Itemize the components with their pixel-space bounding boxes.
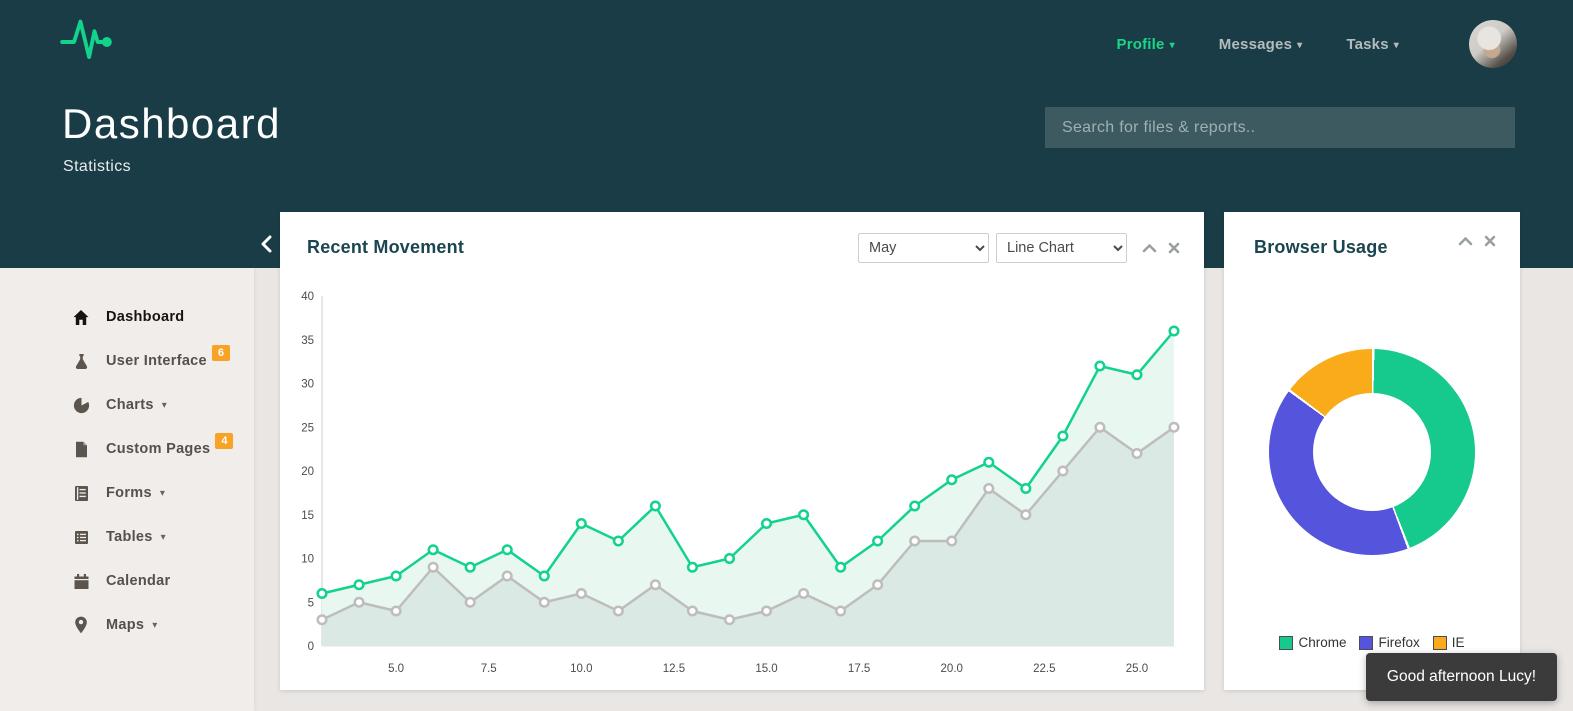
sidebar: Dashboard User Interface 6 Charts ▾ Cust… bbox=[0, 268, 254, 711]
chevron-down-icon: ▾ bbox=[1297, 40, 1302, 51]
svg-text:17.5: 17.5 bbox=[848, 663, 870, 675]
line-chart: 0 5 10 15 20 25 30 35 40 5.0 7.5 10.0 12.5 15.0 17.5 20… bbox=[280, 284, 1204, 686]
svg-text:0: 0 bbox=[308, 641, 314, 653]
legend-item-chrome: Chrome bbox=[1279, 635, 1346, 650]
nav-messages-label: Messages bbox=[1219, 36, 1292, 53]
nav-messages[interactable]: Messages ▾ bbox=[1219, 36, 1303, 53]
sidebar-item-label: Tables bbox=[106, 529, 153, 545]
search-input[interactable] bbox=[1045, 107, 1515, 148]
donut-chart bbox=[1269, 349, 1475, 555]
svg-text:5: 5 bbox=[308, 597, 314, 609]
svg-text:22.5: 22.5 bbox=[1033, 663, 1055, 675]
chevron-down-icon: ▾ bbox=[1170, 40, 1175, 51]
legend-item-firefox: Firefox bbox=[1359, 635, 1419, 650]
close-panel-button[interactable] bbox=[1166, 240, 1182, 256]
nav-profile[interactable]: Profile ▾ bbox=[1116, 36, 1174, 53]
sidebar-item-dashboard[interactable]: Dashboard bbox=[0, 295, 254, 339]
legend-label: IE bbox=[1452, 635, 1465, 650]
pulse-logo-icon bbox=[60, 14, 116, 70]
user-avatar[interactable] bbox=[1469, 20, 1517, 68]
chevron-down-icon: ▾ bbox=[161, 532, 166, 543]
chevron-up-icon bbox=[1458, 236, 1473, 246]
top-navigation: Profile ▾ Messages ▾ Tasks ▾ bbox=[1116, 20, 1517, 68]
svg-text:15: 15 bbox=[301, 510, 314, 522]
notification-badge: 4 bbox=[215, 433, 233, 449]
legend-swatch bbox=[1279, 636, 1293, 650]
legend-label: Firefox bbox=[1378, 635, 1419, 650]
sidebar-list: Dashboard User Interface 6 Charts ▾ Cust… bbox=[0, 268, 254, 647]
legend-item-ie: IE bbox=[1433, 635, 1465, 650]
sidebar-item-label: Maps bbox=[106, 617, 144, 633]
chevron-down-icon: ▾ bbox=[1394, 40, 1399, 51]
nav-tasks-label: Tasks bbox=[1346, 36, 1388, 53]
panel-title: Browser Usage bbox=[1254, 237, 1388, 258]
map-pin-icon bbox=[71, 616, 91, 634]
chevron-down-icon: ▾ bbox=[160, 488, 165, 499]
chevron-left-icon bbox=[259, 235, 273, 253]
svg-text:7.5: 7.5 bbox=[481, 663, 497, 675]
calendar-icon bbox=[71, 573, 91, 590]
svg-text:20: 20 bbox=[301, 466, 314, 478]
home-icon bbox=[71, 309, 91, 326]
svg-text:25.0: 25.0 bbox=[1126, 663, 1148, 675]
sidebar-item-tables[interactable]: Tables ▾ bbox=[0, 515, 254, 559]
sidebar-item-custom-pages[interactable]: Custom Pages 4 bbox=[0, 427, 254, 471]
svg-text:10.0: 10.0 bbox=[570, 663, 592, 675]
sidebar-item-label: Custom Pages bbox=[106, 441, 210, 457]
sidebar-item-label: Dashboard bbox=[106, 309, 184, 325]
recent-movement-panel: Recent Movement May Line Chart 0 5 10 15 20 2… bbox=[280, 212, 1204, 690]
panel-controls bbox=[1456, 233, 1498, 249]
sidebar-item-label: Forms bbox=[106, 485, 152, 501]
forms-icon bbox=[71, 485, 91, 502]
legend-swatch bbox=[1359, 636, 1373, 650]
sidebar-item-label: Charts bbox=[106, 397, 154, 413]
collapse-panel-button[interactable] bbox=[1140, 241, 1159, 255]
chart-type-select[interactable]: Line Chart bbox=[996, 233, 1127, 263]
greeting-toast: Good afternoon Lucy! bbox=[1366, 653, 1557, 701]
svg-text:30: 30 bbox=[301, 379, 314, 391]
page-subtitle: Statistics bbox=[63, 158, 131, 176]
sidebar-item-calendar[interactable]: Calendar bbox=[0, 559, 254, 603]
chart-legend: Chrome Firefox IE bbox=[1224, 635, 1520, 650]
close-panel-button[interactable] bbox=[1482, 233, 1498, 249]
sidebar-item-user-interface[interactable]: User Interface 6 bbox=[0, 339, 254, 383]
svg-text:40: 40 bbox=[301, 291, 314, 303]
svg-text:5.0: 5.0 bbox=[388, 663, 404, 675]
svg-text:25: 25 bbox=[301, 422, 314, 434]
svg-text:10: 10 bbox=[301, 554, 314, 566]
legend-swatch bbox=[1433, 636, 1447, 650]
tables-icon bbox=[71, 529, 91, 546]
sidebar-item-label: User Interface bbox=[106, 353, 207, 369]
svg-text:15.0: 15.0 bbox=[755, 663, 777, 675]
chevron-down-icon: ▾ bbox=[152, 620, 157, 631]
sidebar-item-charts[interactable]: Charts ▾ bbox=[0, 383, 254, 427]
sidebar-collapse-toggle[interactable] bbox=[255, 233, 277, 257]
page-title: Dashboard bbox=[62, 100, 281, 148]
donut-hole bbox=[1313, 393, 1431, 511]
chevron-up-icon bbox=[1142, 243, 1157, 253]
pie-chart-icon bbox=[71, 397, 91, 414]
nav-profile-label: Profile bbox=[1116, 36, 1164, 53]
close-icon bbox=[1168, 242, 1180, 254]
month-select[interactable]: May bbox=[858, 233, 989, 263]
sidebar-item-label: Calendar bbox=[106, 573, 170, 589]
collapse-panel-button[interactable] bbox=[1456, 234, 1475, 248]
pages-icon bbox=[71, 441, 91, 458]
nav-tasks[interactable]: Tasks ▾ bbox=[1346, 36, 1399, 53]
legend-label: Chrome bbox=[1298, 635, 1346, 650]
flask-icon bbox=[71, 353, 91, 370]
panel-title: Recent Movement bbox=[307, 237, 464, 258]
svg-text:12.5: 12.5 bbox=[663, 663, 685, 675]
chevron-down-icon: ▾ bbox=[162, 400, 167, 411]
notification-badge: 6 bbox=[212, 345, 230, 361]
sidebar-item-maps[interactable]: Maps ▾ bbox=[0, 603, 254, 647]
svg-text:20.0: 20.0 bbox=[941, 663, 963, 675]
svg-text:35: 35 bbox=[301, 335, 314, 347]
close-icon bbox=[1484, 235, 1496, 247]
sidebar-item-forms[interactable]: Forms ▾ bbox=[0, 471, 254, 515]
panel-controls: May Line Chart bbox=[858, 233, 1182, 263]
browser-usage-panel: Browser Usage Chrome Firefox IE bbox=[1224, 212, 1520, 690]
